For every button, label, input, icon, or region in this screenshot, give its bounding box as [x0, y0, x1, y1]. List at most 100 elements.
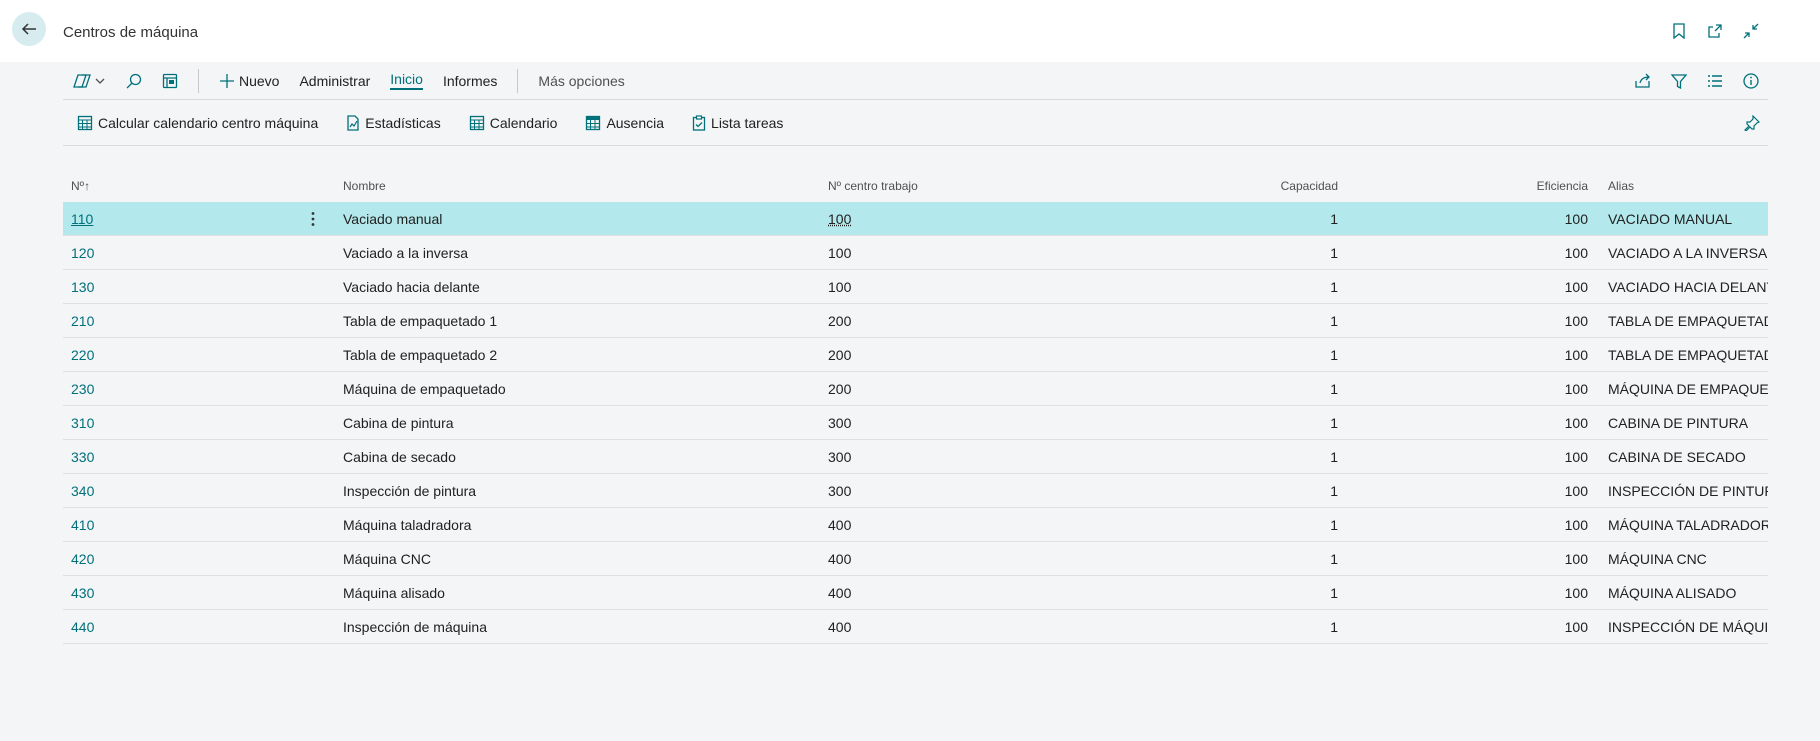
table-row[interactable]: 310 Cabina de pintura 300 1 100 CABINA D… — [63, 406, 1768, 440]
row-no-link[interactable]: 310 — [71, 415, 94, 431]
bookmark-button[interactable] — [1670, 22, 1688, 40]
search-icon — [126, 73, 142, 88]
action-bar: Nuevo Administrar Inicio Informes Más op… — [63, 62, 1768, 100]
row-work-center[interactable]: 300 — [828, 449, 851, 465]
tab-inicio-label: Inicio — [390, 71, 423, 90]
absence-label: Ausencia — [606, 115, 665, 131]
row-capacity: 1 — [1330, 312, 1338, 329]
table-header: Nº↑ Nombre Nº centro trabajo Capacidad E… — [63, 170, 1768, 202]
open-new-window-button[interactable] — [1706, 22, 1724, 40]
row-alias: MÁQUINA DE EMPAQUETADO — [1608, 380, 1768, 397]
more-options-button[interactable]: Más opciones — [528, 62, 634, 99]
table-row[interactable]: 340 Inspección de pintura 300 1 100 INSP… — [63, 474, 1768, 508]
column-header-efficiency[interactable]: Eficiencia — [1338, 179, 1588, 193]
row-work-center[interactable]: 100 — [828, 211, 851, 227]
row-work-center-cell: 300 — [828, 415, 1168, 431]
table-row[interactable]: 130 Vaciado hacia delante 100 1 100 VACI… — [63, 270, 1768, 304]
row-work-center-cell: 100 — [828, 245, 1168, 261]
row-work-center-cell: 300 — [828, 449, 1168, 465]
row-no-link[interactable]: 430 — [71, 585, 94, 601]
row-alias: INSPECCIÓN DE MÁQUINA — [1608, 618, 1768, 635]
row-work-center[interactable]: 400 — [828, 517, 851, 533]
absence-button[interactable]: Ausencia — [585, 115, 664, 131]
collapse-button[interactable] — [1742, 22, 1760, 40]
row-alias: CABINA DE SECADO — [1608, 448, 1746, 465]
row-no-link[interactable]: 130 — [71, 279, 94, 295]
table-row[interactable]: 410 Máquina taladradora 400 1 100 MÁQUIN… — [63, 508, 1768, 542]
column-header-no[interactable]: Nº↑ — [63, 179, 283, 193]
column-header-alias[interactable]: Alias — [1588, 179, 1768, 193]
edit-list-icon — [162, 73, 178, 88]
row-no-link[interactable]: 420 — [71, 551, 94, 567]
row-alias: TABLA DE EMPAQUETADO 2 — [1608, 346, 1768, 363]
row-no-link[interactable]: 110 — [71, 211, 93, 227]
row-actions-button[interactable] — [283, 211, 343, 227]
pin-button[interactable] — [1744, 115, 1760, 131]
row-no-link[interactable]: 220 — [71, 347, 94, 363]
tab-informes-label: Informes — [442, 72, 498, 89]
tab-informes[interactable]: Informes — [433, 62, 507, 99]
row-work-center[interactable]: 300 — [828, 483, 851, 499]
list-view-button[interactable] — [1706, 72, 1724, 90]
row-work-center-cell: 100 — [828, 279, 1168, 295]
table-row[interactable]: 430 Máquina alisado 400 1 100 MÁQUINA AL… — [63, 576, 1768, 610]
table-row[interactable]: 110 Vaciado manual 100 1 100 VACIADO MAN… — [63, 202, 1768, 236]
row-name: Vaciado hacia delante — [343, 278, 480, 295]
row-work-center[interactable]: 200 — [828, 347, 851, 363]
row-name: Cabina de secado — [343, 448, 456, 465]
table-row[interactable]: 120 Vaciado a la inversa 100 1 100 VACIA… — [63, 236, 1768, 270]
row-no-link[interactable]: 330 — [71, 449, 94, 465]
edit-list-button[interactable] — [152, 62, 188, 99]
row-name: Tabla de empaquetado 1 — [343, 312, 498, 329]
statistics-button[interactable]: Estadísticas — [346, 115, 441, 131]
statistics-icon — [347, 115, 359, 131]
calc-calendar-button[interactable]: Calcular calendario centro máquina — [77, 115, 318, 131]
tab-administrar[interactable]: Administrar — [289, 62, 380, 99]
row-work-center[interactable]: 200 — [828, 381, 851, 397]
table-row[interactable]: 210 Tabla de empaquetado 1 200 1 100 TAB… — [63, 304, 1768, 338]
row-work-center-cell: 400 — [828, 551, 1168, 567]
new-button[interactable]: Nuevo — [209, 62, 289, 99]
row-work-center-cell: 200 — [828, 313, 1168, 329]
table-row[interactable]: 330 Cabina de secado 300 1 100 CABINA DE… — [63, 440, 1768, 474]
row-alias: MÁQUINA TALADRADORA — [1608, 516, 1768, 533]
calendar-button[interactable]: Calendario — [469, 115, 557, 131]
plus-icon — [220, 73, 234, 88]
row-work-center[interactable]: 400 — [828, 585, 851, 601]
row-work-center[interactable]: 400 — [828, 619, 851, 635]
row-no-link[interactable]: 230 — [71, 381, 94, 397]
arrow-left-icon — [21, 23, 36, 35]
row-alias: VACIADO MANUAL — [1608, 210, 1733, 227]
row-alias: VACIADO A LA INVERSA — [1608, 244, 1768, 261]
row-work-center-cell: 400 — [828, 619, 1168, 635]
table-row[interactable]: 420 Máquina CNC 400 1 100 MÁQUINA CNC — [63, 542, 1768, 576]
row-capacity: 1 — [1330, 550, 1338, 567]
column-header-capacity[interactable]: Capacidad — [1168, 179, 1338, 193]
task-list-button[interactable]: Lista tareas — [692, 115, 783, 131]
back-button[interactable] — [12, 12, 46, 46]
tab-inicio[interactable]: Inicio — [380, 62, 433, 99]
row-work-center[interactable]: 200 — [828, 313, 851, 329]
share-button[interactable] — [1634, 72, 1652, 90]
table-row[interactable]: 230 Máquina de empaquetado 200 1 100 MÁQ… — [63, 372, 1768, 406]
row-alias: MÁQUINA ALISADO — [1608, 584, 1737, 601]
copilot-menu-button[interactable] — [63, 62, 116, 99]
row-work-center[interactable]: 400 — [828, 551, 851, 567]
row-no-link[interactable]: 120 — [71, 245, 94, 261]
row-work-center[interactable]: 100 — [828, 245, 851, 261]
row-name: Cabina de pintura — [343, 414, 454, 431]
row-no-link[interactable]: 410 — [71, 517, 94, 533]
absence-calendar-icon — [586, 115, 601, 131]
info-button[interactable] — [1742, 72, 1760, 90]
row-work-center[interactable]: 300 — [828, 415, 851, 431]
filter-button[interactable] — [1670, 72, 1688, 90]
row-no-link[interactable]: 210 — [71, 313, 94, 329]
row-no-link[interactable]: 440 — [71, 619, 94, 635]
column-header-name[interactable]: Nombre — [343, 179, 828, 193]
row-work-center[interactable]: 100 — [828, 279, 851, 295]
table-row[interactable]: 220 Tabla de empaquetado 2 200 1 100 TAB… — [63, 338, 1768, 372]
column-header-work-center[interactable]: Nº centro trabajo — [828, 179, 1168, 193]
row-no-link[interactable]: 340 — [71, 483, 94, 499]
table-row[interactable]: 440 Inspección de máquina 400 1 100 INSP… — [63, 610, 1768, 644]
search-button[interactable] — [116, 62, 152, 99]
